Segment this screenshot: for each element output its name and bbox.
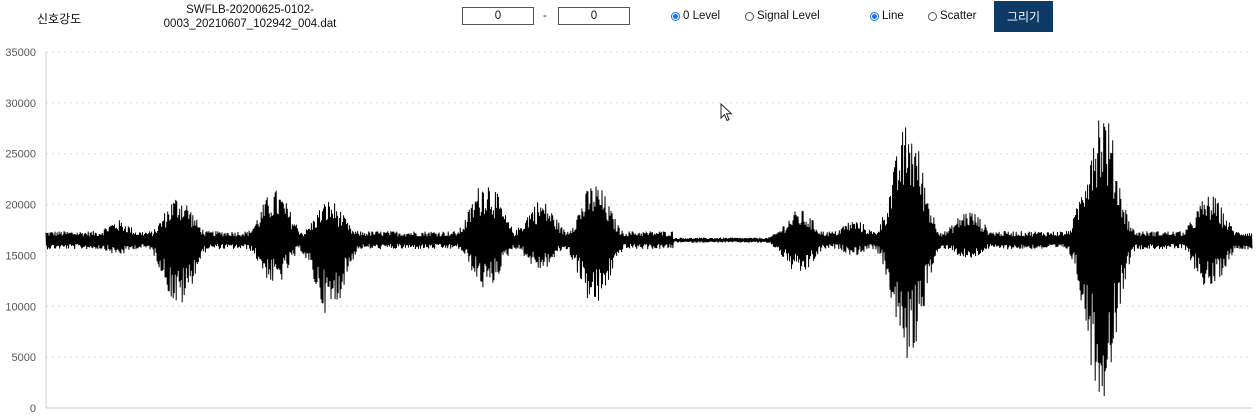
y-tick-label: 35000 — [5, 47, 36, 59]
radio-scatter-label: Scatter — [940, 10, 977, 22]
range-end-input[interactable] — [558, 7, 630, 25]
radio-scatter-dot[interactable] — [928, 11, 937, 21]
file-name-line2: 0003_20210607_102942_004.dat — [163, 18, 337, 30]
y-tick-label: 20000 — [5, 200, 36, 212]
radio-line[interactable]: Line — [870, 10, 904, 22]
y-tick-label: 5000 — [12, 352, 36, 364]
signal-chart: 0 5000 10000 15000 20000 25000 30000 35000 — [5, 47, 1253, 415]
chart-title-label: 신호강도 — [37, 12, 82, 26]
file-name-line1: SWFLB-20200625-0102- — [186, 4, 314, 16]
y-tick-label: 25000 — [5, 149, 36, 161]
mouse-pointer-icon — [720, 103, 733, 122]
radio-signal-level[interactable]: Signal Level — [745, 10, 820, 22]
toolbar: 신호강도 SWFLB-20200625-0102- 0003_20210607_… — [0, 0, 1258, 40]
signal-line — [45, 120, 1253, 397]
radio-line-dot[interactable] — [870, 11, 879, 21]
y-tick-label: 0 — [30, 403, 36, 415]
y-tick-label: 10000 — [5, 301, 36, 313]
radio-scatter[interactable]: Scatter — [928, 10, 976, 22]
chart-grid — [46, 51, 1252, 358]
y-axis-ticks: 0 5000 10000 15000 20000 25000 30000 35000 — [5, 47, 36, 415]
radio-line-label: Line — [882, 10, 904, 22]
radio-zero-level-label: 0 Level — [683, 10, 721, 22]
y-tick-label: 15000 — [5, 250, 36, 262]
radio-signal-level-label: Signal Level — [757, 10, 820, 22]
draw-button[interactable]: 그리기 — [994, 1, 1053, 32]
range-start-input[interactable] — [462, 7, 534, 25]
file-name: SWFLB-20200625-0102- 0003_20210607_10294… — [150, 3, 350, 31]
range-separator: - — [543, 10, 547, 22]
radio-signal-level-dot[interactable] — [745, 11, 754, 21]
radio-zero-level[interactable]: 0 Level — [671, 10, 720, 22]
y-tick-label: 30000 — [5, 98, 36, 110]
radio-zero-level-dot[interactable] — [671, 11, 680, 21]
